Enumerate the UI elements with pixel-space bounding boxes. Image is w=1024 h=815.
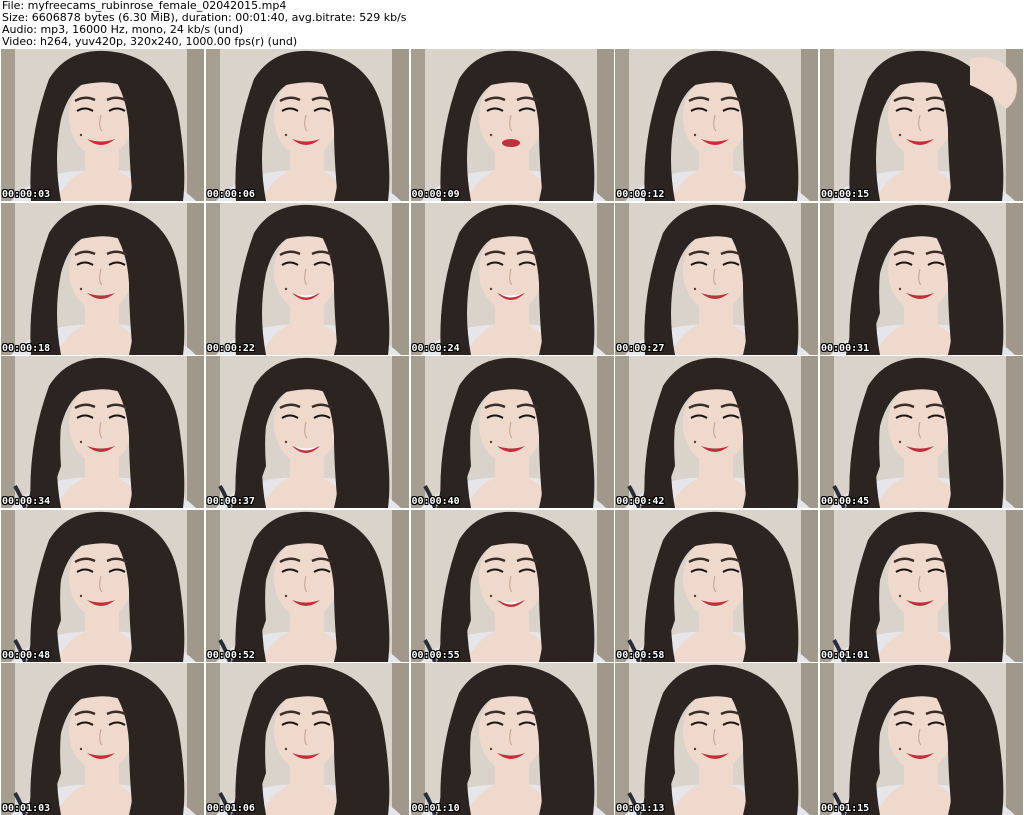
thumbnail-frame <box>205 202 409 355</box>
thumbnail-frame <box>1 663 204 815</box>
thumbnail-timestamp: 00:00:40 <box>411 496 460 507</box>
video-thumbnail: 00:01:13 <box>615 663 819 815</box>
thumbnail-frame <box>1 356 204 508</box>
video-thumbnail: 00:00:22 <box>205 202 409 355</box>
thumbnail-timestamp: 00:00:18 <box>2 342 51 354</box>
thumbnail-timestamp: 00:00:12 <box>616 189 665 200</box>
video-thumbnail: 00:00:12 <box>615 49 819 201</box>
video-thumbnail: 00:01:06 <box>205 663 409 815</box>
video-thumbnail: 00:00:03 <box>1 49 204 201</box>
video-thumbnail: 00:01:10 <box>410 663 614 815</box>
thumbnail-frame <box>205 509 409 662</box>
video-thumbnail: 00:00:18 <box>1 202 204 355</box>
thumbnail-timestamp: 00:01:13 <box>616 803 665 814</box>
thumbnail-timestamp: 00:00:58 <box>616 649 665 661</box>
video-info-line: Video: h264, yuv420p, 320x240, 1000.00 f… <box>2 35 298 48</box>
thumbnail-timestamp: 00:00:22 <box>206 342 255 354</box>
thumbnail-frame <box>820 202 1023 355</box>
thumbnail-timestamp: 00:01:03 <box>2 803 51 814</box>
video-thumbnail: 00:00:45 <box>820 356 1023 508</box>
thumbnail-timestamp: 00:00:27 <box>616 342 665 354</box>
thumbnail-timestamp: 00:00:45 <box>821 496 870 507</box>
thumbnail-timestamp: 00:00:09 <box>411 189 460 200</box>
thumbnail-timestamp: 00:01:06 <box>206 803 255 814</box>
video-thumbnail: 00:00:48 <box>1 509 204 662</box>
thumbnail-timestamp: 00:00:34 <box>2 496 51 507</box>
thumbnail-timestamp: 00:00:52 <box>206 649 255 661</box>
thumbnail-grid: 00:00:03 00:00:06 00:00:09 00:00:12 00:00:15… <box>1 49 1023 815</box>
video-thumbnail: 00:00:55 <box>410 509 614 662</box>
thumbnail-timestamp: 00:01:01 <box>821 649 870 661</box>
thumbnail-frame <box>410 49 614 201</box>
thumbnail-timestamp: 00:01:15 <box>821 803 870 814</box>
thumbnail-frame <box>1 202 204 355</box>
thumbnail-frame <box>205 356 409 508</box>
thumbnail-frame <box>615 356 819 508</box>
thumbnail-timestamp: 00:00:55 <box>411 649 460 661</box>
thumbnail-frame <box>615 663 819 815</box>
thumbnail-frame <box>820 509 1023 662</box>
thumbnail-frame <box>410 663 614 815</box>
thumbnail-timestamp: 00:00:24 <box>411 342 460 354</box>
thumbnail-frame <box>410 202 614 355</box>
thumbnail-timestamp: 00:00:42 <box>616 496 665 507</box>
video-thumbnail: 00:00:40 <box>410 356 614 508</box>
video-thumbnail: 00:00:06 <box>205 49 409 201</box>
video-thumbnail: 00:00:09 <box>410 49 614 201</box>
thumbnail-timestamp: 00:01:10 <box>411 803 460 814</box>
thumbnail-timestamp: 00:00:06 <box>206 189 255 200</box>
video-thumbnail: 00:01:01 <box>820 509 1023 662</box>
thumbnail-frame <box>1 509 204 662</box>
thumbnail-frame <box>205 49 409 201</box>
thumbnail-frame <box>1 49 204 201</box>
video-thumbnail: 00:00:15 <box>820 49 1023 201</box>
thumbnail-frame <box>615 202 819 355</box>
thumbnail-frame <box>615 49 819 201</box>
thumbnail-timestamp: 00:00:37 <box>206 496 255 507</box>
video-thumbnail: 00:00:42 <box>615 356 819 508</box>
thumbnail-timestamp: 00:00:31 <box>821 342 870 354</box>
thumbnail-timestamp: 00:00:15 <box>821 189 870 200</box>
video-thumbnail: 00:00:58 <box>615 509 819 662</box>
video-thumbnail: 00:00:24 <box>410 202 614 355</box>
video-thumbnail: 00:00:37 <box>205 356 409 508</box>
video-thumbnail: 00:00:34 <box>1 356 204 508</box>
thumbnail-frame <box>615 509 819 662</box>
thumbnail-frame <box>410 509 614 662</box>
video-thumbnail: 00:01:03 <box>1 663 204 815</box>
video-thumbnail: 00:01:15 <box>820 663 1023 815</box>
thumbnail-frame <box>205 663 409 815</box>
thumbnail-frame <box>820 663 1023 815</box>
thumbnail-timestamp: 00:00:03 <box>2 189 51 200</box>
video-thumbnail: 00:00:31 <box>820 202 1023 355</box>
thumbnail-frame <box>410 356 614 508</box>
file-info-header: File: myfreecams_rubinrose_female_020420… <box>2 0 1020 48</box>
thumbnail-frame <box>820 356 1023 508</box>
video-thumbnail: 00:00:27 <box>615 202 819 355</box>
thumbnail-frame <box>820 49 1023 201</box>
thumbnail-timestamp: 00:00:48 <box>2 649 51 661</box>
video-thumbnail: 00:00:52 <box>205 509 409 662</box>
